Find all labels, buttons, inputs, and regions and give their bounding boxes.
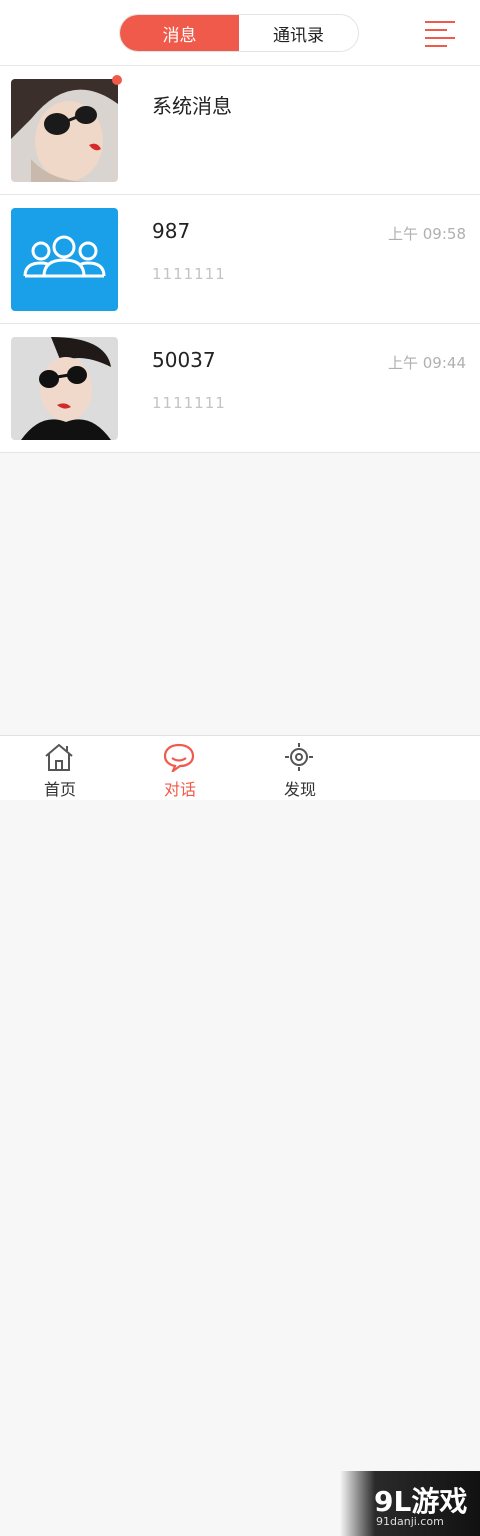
- tab-home[interactable]: 首页: [0, 736, 120, 801]
- avatar: [11, 79, 118, 182]
- watermark-brand: 9L游戏: [374, 1485, 468, 1518]
- conversation-preview: 1111111: [152, 265, 226, 283]
- watermark-logo: 9L游戏 91danji.com: [340, 1471, 480, 1536]
- group-icon: [11, 208, 118, 311]
- tab-label: 发现: [283, 780, 316, 799]
- conversation-time: 上午 09:58: [388, 225, 466, 243]
- segmented-control: 消息 通讯录: [119, 14, 359, 52]
- home-icon: [43, 742, 75, 772]
- avatar: [11, 337, 118, 440]
- bottom-tab-bar: 首页 对话 发现 9L游戏 91danji.com: [0, 735, 480, 1536]
- list-item[interactable]: 50037 上午 09:44 1111111: [0, 324, 480, 453]
- unread-badge: [112, 75, 122, 85]
- top-bar: 消息 通讯录: [0, 0, 480, 66]
- conversation-title: 50037: [152, 348, 216, 372]
- conversation-title: 987: [152, 219, 191, 243]
- tab-discover[interactable]: 发现: [240, 736, 360, 801]
- list-item[interactable]: 987 上午 09:58 1111111: [0, 195, 480, 324]
- chat-icon: [163, 742, 195, 775]
- tab-label: 对话: [163, 780, 196, 799]
- list-item[interactable]: 系统消息: [0, 66, 480, 195]
- tab-label: 首页: [43, 780, 76, 799]
- menu-icon[interactable]: [425, 20, 455, 48]
- conversation-list: 系统消息 987 上午 09:58 1111111 50037 上午 09:44…: [0, 66, 480, 453]
- conversation-time: 上午 09:44: [388, 354, 466, 372]
- compass-icon: [283, 742, 315, 772]
- conversation-preview: 1111111: [152, 394, 226, 412]
- watermark-site: 91danji.com: [376, 1515, 444, 1528]
- conversation-title: 系统消息: [152, 94, 232, 118]
- tab-messages[interactable]: 消息: [120, 15, 239, 51]
- tab-contacts[interactable]: 通讯录: [239, 15, 358, 51]
- tab-chat[interactable]: 对话: [120, 736, 240, 801]
